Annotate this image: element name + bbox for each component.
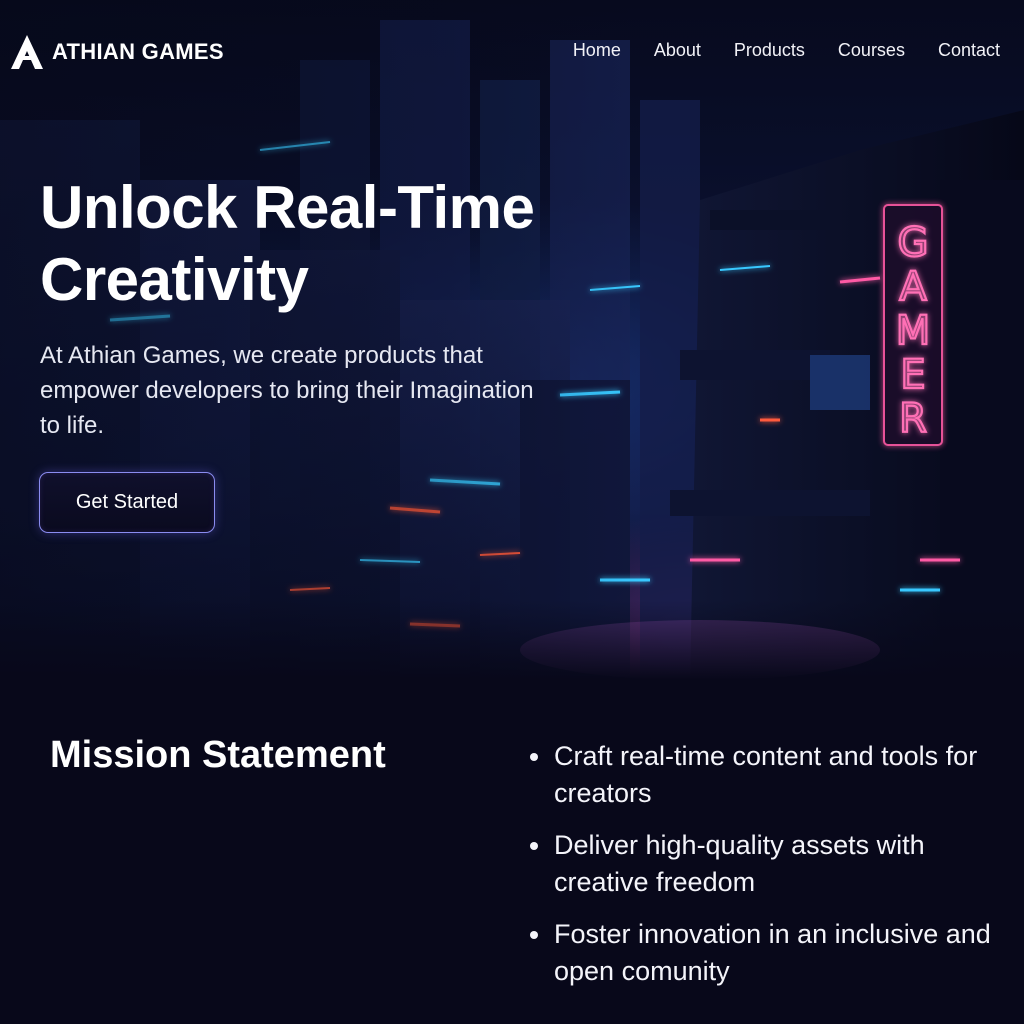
mission-item-text: Craft real-time content and tools for cr…	[554, 741, 978, 808]
nav-home[interactable]: Home	[573, 40, 621, 61]
bullet-icon	[530, 842, 538, 850]
mission-item-text: Foster innovation in an inclusive and op…	[554, 919, 991, 986]
main-nav: Home About Products Courses Contact	[573, 40, 1000, 61]
mission-list: Craft real-time content and tools for cr…	[530, 738, 1000, 1005]
get-started-button[interactable]: Get Started	[39, 472, 215, 533]
svg-text:E: E	[900, 352, 925, 398]
svg-text:M: M	[896, 308, 931, 354]
bullet-icon	[530, 753, 538, 761]
nav-about[interactable]: About	[654, 40, 701, 61]
nav-contact[interactable]: Contact	[938, 40, 1000, 61]
mission-item-text: Deliver high-quality assets with creativ…	[554, 830, 925, 897]
svg-text:G: G	[898, 220, 929, 266]
brand-name: ATHIAN GAMES	[52, 39, 224, 64]
hero-headline: Unlock Real-Time Creativity	[40, 174, 535, 313]
triangle-a-logo-icon	[11, 35, 43, 69]
hero-fade	[0, 600, 1024, 680]
hero-subtext: At Athian Games, we create products that…	[40, 342, 534, 439]
svg-text:A: A	[899, 264, 927, 310]
nav-products[interactable]: Products	[734, 40, 805, 61]
svg-text:R: R	[899, 396, 927, 442]
mission-item: Deliver high-quality assets with creativ…	[530, 827, 1000, 901]
brand-logo[interactable]: ATHIAN GAMES	[10, 34, 224, 70]
nav-courses[interactable]: Courses	[838, 40, 905, 61]
mission-item: Foster innovation in an inclusive and op…	[530, 916, 1000, 990]
bullet-icon	[530, 931, 538, 939]
mission-item: Craft real-time content and tools for cr…	[530, 738, 1000, 812]
mission-title: Mission Statement	[50, 734, 386, 776]
